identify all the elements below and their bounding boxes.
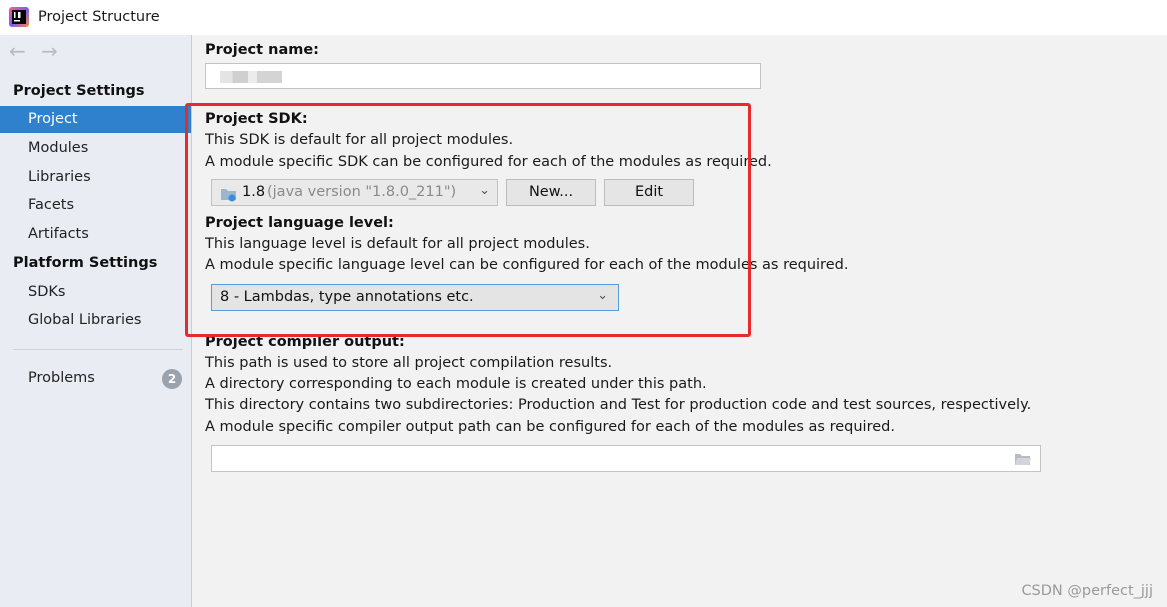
- compiler-output-title: Project compiler output:: [205, 334, 405, 350]
- sidebar-item-label: Modules: [28, 140, 89, 156]
- problems-count-badge: 2: [162, 369, 182, 389]
- sidebar-item-label: Libraries: [28, 169, 91, 185]
- language-level-description-1: This language level is default for all p…: [205, 236, 590, 252]
- title-bar: Project Structure: [0, 0, 1167, 35]
- compiler-output-description-2: A directory corresponding to each module…: [205, 376, 707, 392]
- main-panel: Project name: Project SDK: This SDK is d…: [192, 35, 1167, 607]
- back-arrow-icon[interactable]: ←: [9, 39, 26, 63]
- compiler-output-description-3: This directory contains two subdirectori…: [205, 397, 1032, 413]
- language-level-title: Project language level:: [205, 215, 394, 231]
- sdk-folder-icon: [221, 189, 236, 202]
- language-level-value: 8 - Lambdas, type annotations etc.: [220, 289, 474, 305]
- language-level-description-2: A module specific language level can be …: [205, 257, 849, 273]
- sidebar-item-sdks[interactable]: SDKs: [0, 279, 191, 306]
- sdk-description-1: This SDK is default for all project modu…: [205, 132, 514, 148]
- project-name-label: Project name:: [205, 42, 319, 58]
- chevron-down-icon: ⌄: [479, 183, 490, 198]
- browse-folder-icon[interactable]: [1014, 452, 1032, 466]
- sdk-select[interactable]: 1.8 (java version "1.8.0_211") ⌄: [211, 179, 498, 206]
- sdk-version-detail: (java version "1.8.0_211"): [267, 184, 457, 200]
- sdk-description-2: A module specific SDK can be configured …: [205, 154, 772, 170]
- platform-settings-header: Platform Settings: [13, 255, 158, 271]
- watermark: CSDN @perfect_jjj: [1021, 583, 1153, 599]
- sidebar-item-project[interactable]: Project: [0, 106, 191, 133]
- compiler-output-description-1: This path is used to store all project c…: [205, 355, 613, 371]
- sidebar: ← → Project Settings Project Modules Lib…: [0, 35, 192, 607]
- sidebar-item-modules[interactable]: Modules: [0, 135, 191, 162]
- compiler-output-description-4: A module specific compiler output path c…: [205, 419, 895, 435]
- chevron-down-icon: ⌄: [597, 288, 608, 303]
- sidebar-item-global-libraries[interactable]: Global Libraries: [0, 307, 191, 334]
- language-level-select[interactable]: 8 - Lambdas, type annotations etc. ⌄: [211, 284, 619, 311]
- edit-sdk-button[interactable]: Edit: [604, 179, 694, 206]
- sidebar-divider: [13, 349, 183, 350]
- forward-arrow-icon[interactable]: →: [41, 39, 58, 63]
- sidebar-item-label: Global Libraries: [28, 312, 142, 328]
- sidebar-item-label: Facets: [28, 197, 75, 213]
- intellij-idea-icon: [9, 7, 29, 27]
- blurred-project-name: [220, 71, 282, 83]
- project-sdk-title: Project SDK:: [205, 111, 308, 127]
- sidebar-item-label: SDKs: [28, 284, 66, 300]
- window-title: Project Structure: [38, 9, 160, 25]
- sidebar-item-label: Project: [28, 111, 78, 127]
- sidebar-item-facets[interactable]: Facets: [0, 192, 191, 219]
- compiler-output-path-input[interactable]: [211, 445, 1041, 472]
- sidebar-item-problems[interactable]: Problems 2: [0, 365, 191, 392]
- sidebar-item-artifacts[interactable]: Artifacts: [0, 221, 191, 248]
- sidebar-item-label: Artifacts: [28, 226, 89, 242]
- sdk-version: 1.8: [242, 184, 266, 200]
- project-name-input[interactable]: [205, 63, 761, 89]
- project-settings-header: Project Settings: [13, 83, 145, 99]
- new-sdk-button[interactable]: New...: [506, 179, 596, 206]
- sidebar-item-libraries[interactable]: Libraries: [0, 164, 191, 191]
- sidebar-item-label: Problems: [28, 370, 95, 386]
